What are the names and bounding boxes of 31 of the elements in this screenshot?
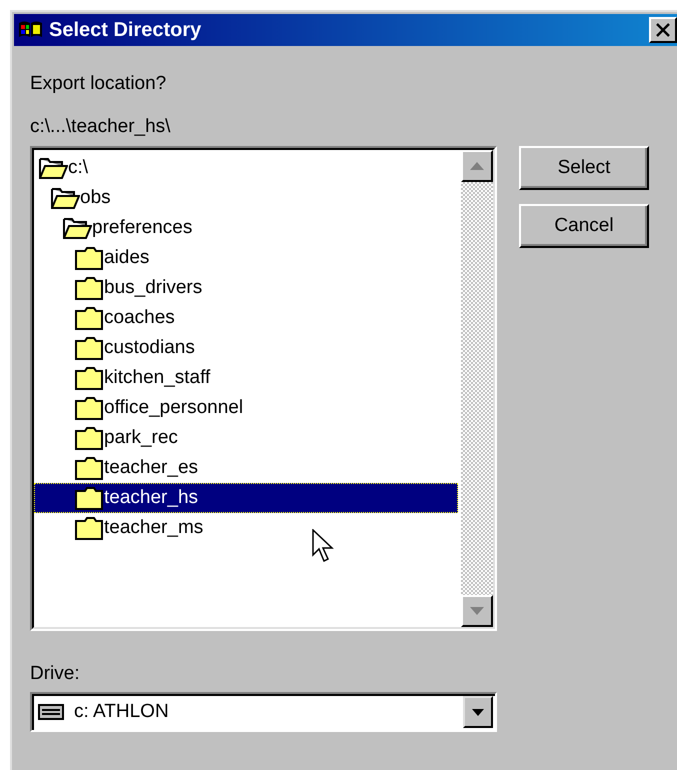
folder-item[interactable]: teacher_ms — [34, 513, 458, 543]
dropdown-button[interactable] — [463, 696, 493, 728]
drive-dropdown[interactable]: c: ATHLON — [30, 692, 497, 732]
prompt-text: Export location? — [30, 73, 168, 95]
scroll-down-button[interactable] — [461, 595, 493, 627]
drive-label: Drive: — [30, 663, 81, 685]
scroll-up-button[interactable] — [461, 150, 493, 182]
folder-item[interactable]: coaches — [34, 303, 458, 333]
folder-item[interactable]: custodians — [34, 333, 458, 363]
folder-item[interactable]: park_rec — [34, 423, 458, 453]
folder-item[interactable]: c:\ — [34, 153, 458, 183]
folder-item[interactable]: bus_drivers — [34, 273, 458, 303]
window-title: Select Directory — [49, 18, 202, 42]
down-arrow-icon — [470, 607, 484, 615]
folder-item[interactable]: preferences — [34, 213, 458, 243]
folder-item[interactable]: kitchen_staff — [34, 363, 458, 393]
folder-item[interactable]: aides — [34, 243, 458, 273]
dialog-button[interactable]: Cancel — [519, 204, 649, 248]
drive-icon — [38, 704, 64, 720]
mouse-cursor-icon — [312, 529, 334, 563]
caret-icon — [472, 708, 484, 716]
folder-item[interactable]: teacher_es — [34, 453, 458, 483]
current-path: c:\...\teacher_hs\ — [30, 116, 172, 138]
dialog-button[interactable]: Select — [519, 146, 649, 190]
folder-item[interactable]: office_personnel — [34, 393, 458, 423]
folder-item[interactable]: teacher_hs — [34, 483, 458, 513]
close-button[interactable] — [649, 17, 677, 43]
folder-item[interactable]: obs — [34, 183, 458, 213]
close-icon — [656, 23, 670, 37]
up-arrow-icon — [470, 162, 484, 170]
vertical-scrollbar[interactable] — [461, 150, 493, 627]
